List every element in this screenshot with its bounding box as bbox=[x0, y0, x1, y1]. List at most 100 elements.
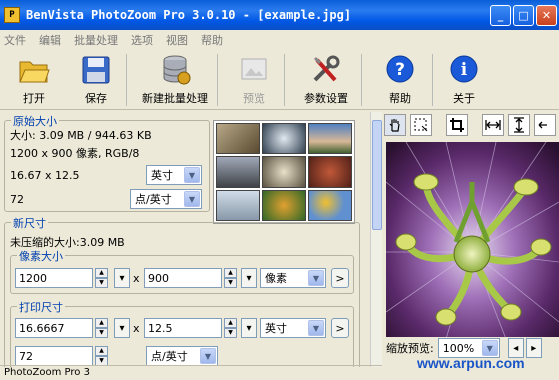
about-button[interactable]: i 关于 bbox=[441, 50, 487, 108]
pixel-width-stepper[interactable]: ▲ ▼ bbox=[95, 268, 108, 288]
original-inches: 16.67 x 12.5 bbox=[10, 169, 80, 182]
pixel-height-dropdown[interactable]: ▾ bbox=[241, 268, 257, 288]
window-title: BenVista PhotoZoom Pro 3.0.10 - [example… bbox=[26, 8, 352, 22]
print-width-stepper[interactable]: ▲ ▼ bbox=[95, 318, 108, 338]
info-icon: i bbox=[450, 55, 478, 83]
original-file-size: 大小: 3.09 MB / 944.63 KB bbox=[10, 129, 152, 142]
original-resolution: 72 bbox=[10, 193, 24, 206]
watermark-text: www.arpun.com bbox=[417, 355, 525, 371]
batch-label: 新建批量处理 bbox=[142, 92, 208, 105]
fit-height-icon[interactable] bbox=[508, 114, 530, 136]
print-height-dropdown[interactable]: ▾ bbox=[241, 318, 257, 338]
photo-thumbnails bbox=[213, 120, 355, 224]
hand-tool-icon[interactable] bbox=[384, 114, 406, 136]
close-button[interactable]: ✕ bbox=[536, 5, 557, 26]
open-button[interactable]: 打开 bbox=[6, 50, 62, 108]
print-more-button[interactable]: > bbox=[331, 318, 349, 338]
marquee-select-icon[interactable] bbox=[410, 114, 432, 136]
pixel-height-stepper[interactable]: ▲ ▼ bbox=[224, 268, 237, 288]
left-pane: 原始大小 大小: 3.09 MB / 944.63 KB 1200 x 900 … bbox=[0, 112, 370, 367]
preview-button[interactable]: 预览 bbox=[226, 50, 282, 108]
left-pane-scrollbar[interactable] bbox=[370, 112, 382, 367]
print-unit-value: 英寸 bbox=[265, 322, 287, 335]
chevron-down-icon: ▼ bbox=[481, 340, 498, 356]
original-res-unit-select[interactable]: 点/英寸 ▼ bbox=[130, 189, 202, 209]
database-batch-icon bbox=[163, 55, 191, 85]
floppy-disk-icon bbox=[82, 56, 110, 84]
preview-pane: 缩放预览: 100% ▼ ◂ ▸ bbox=[382, 112, 559, 380]
thumbnail bbox=[216, 189, 260, 221]
chevron-down-icon: ▼ bbox=[200, 348, 216, 364]
preview-toolbar bbox=[384, 114, 556, 136]
print-width-input[interactable]: 16.6667 bbox=[15, 318, 93, 338]
times-sign: x bbox=[133, 322, 140, 335]
new-size-title: 新尺寸 bbox=[11, 215, 48, 231]
print-size-title: 打印尺寸 bbox=[17, 299, 65, 315]
chevron-down-icon: ▼ bbox=[184, 191, 200, 207]
pixel-height-input[interactable]: 900 bbox=[144, 268, 222, 288]
menu-view[interactable]: 视图 bbox=[166, 32, 188, 48]
save-label: 保存 bbox=[85, 92, 107, 105]
preview-label: 预览 bbox=[243, 92, 265, 105]
fit-width-icon[interactable] bbox=[482, 114, 504, 136]
menu-help[interactable]: 帮助 bbox=[201, 32, 223, 48]
thumbnail bbox=[308, 123, 352, 155]
tools-icon bbox=[313, 55, 340, 82]
menu-file[interactable]: 文件 bbox=[4, 32, 26, 48]
new-batch-button[interactable]: 新建批量处理 bbox=[135, 50, 215, 108]
preview-image[interactable] bbox=[386, 142, 559, 339]
settings-button[interactable]: 参数设置 bbox=[293, 50, 359, 108]
menu-bar: 文件 编辑 批量处理 选项 视图 帮助 bbox=[0, 30, 559, 50]
zoom-value: 100% bbox=[442, 341, 475, 355]
print-height-stepper[interactable]: ▲ ▼ bbox=[224, 318, 237, 338]
passion-flower-image bbox=[386, 142, 559, 339]
toolbar: 打开 保存 新建批量处理 预览 参数设置 ? 帮助 i 关于 bbox=[0, 50, 559, 110]
svg-text:i: i bbox=[461, 60, 468, 80]
open-label: 打开 bbox=[23, 92, 45, 105]
app-icon: P bbox=[4, 7, 20, 23]
print-res-unit-value: 点/英寸 bbox=[151, 350, 188, 363]
chevron-down-icon: ▼ bbox=[308, 270, 324, 286]
thumbnail bbox=[262, 156, 306, 188]
crop-icon[interactable] bbox=[446, 114, 468, 136]
help-label: 帮助 bbox=[389, 92, 411, 105]
print-height-input[interactable]: 12.5 bbox=[144, 318, 222, 338]
print-unit-select[interactable]: 英寸 ▼ bbox=[260, 318, 326, 338]
svg-text:?: ? bbox=[395, 60, 405, 80]
menu-edit[interactable]: 编辑 bbox=[39, 32, 61, 48]
scroll-right-button[interactable]: ▸ bbox=[525, 338, 542, 358]
more-tools-icon[interactable] bbox=[534, 114, 556, 136]
pixel-width-input[interactable]: 1200 bbox=[15, 268, 93, 288]
help-button[interactable]: ? 帮助 bbox=[370, 50, 430, 108]
print-resolution-input[interactable]: 72 bbox=[15, 346, 93, 366]
thumbnail bbox=[308, 189, 352, 221]
about-label: 关于 bbox=[453, 92, 475, 105]
pixel-unit-value: 像素 bbox=[265, 272, 287, 285]
menu-batch[interactable]: 批量处理 bbox=[74, 32, 118, 48]
original-unit-select[interactable]: 英寸 ▼ bbox=[146, 165, 202, 185]
chevron-down-icon: ▼ bbox=[184, 167, 200, 183]
times-sign: x bbox=[133, 272, 140, 285]
pixel-size-title: 像素大小 bbox=[17, 248, 65, 264]
help-icon: ? bbox=[386, 55, 414, 83]
settings-label: 参数设置 bbox=[304, 92, 348, 105]
pixel-width-dropdown[interactable]: ▾ bbox=[114, 268, 130, 288]
print-width-dropdown[interactable]: ▾ bbox=[114, 318, 130, 338]
original-dimensions: 1200 x 900 像素, RGB/8 bbox=[10, 147, 140, 160]
thumbnail bbox=[308, 156, 352, 188]
maximize-button[interactable]: □ bbox=[513, 5, 534, 26]
minimize-button[interactable]: _ bbox=[490, 5, 511, 26]
chevron-down-icon: ▼ bbox=[308, 320, 324, 336]
print-resolution-stepper[interactable]: ▲ ▼ bbox=[95, 346, 108, 366]
menu-options[interactable]: 选项 bbox=[131, 32, 153, 48]
thumbnail bbox=[262, 123, 306, 155]
title-bar: P BenVista PhotoZoom Pro 3.0.10 - [examp… bbox=[0, 0, 559, 30]
save-button[interactable]: 保存 bbox=[68, 50, 124, 108]
print-res-unit-select[interactable]: 点/英寸 ▼ bbox=[146, 346, 218, 366]
thumbnail bbox=[216, 156, 260, 188]
pixel-more-button[interactable]: > bbox=[331, 268, 349, 288]
pixel-unit-select[interactable]: 像素 ▼ bbox=[260, 268, 326, 288]
original-unit-value: 英寸 bbox=[151, 169, 173, 182]
thumbnail bbox=[216, 123, 260, 155]
preview-icon bbox=[241, 58, 267, 80]
